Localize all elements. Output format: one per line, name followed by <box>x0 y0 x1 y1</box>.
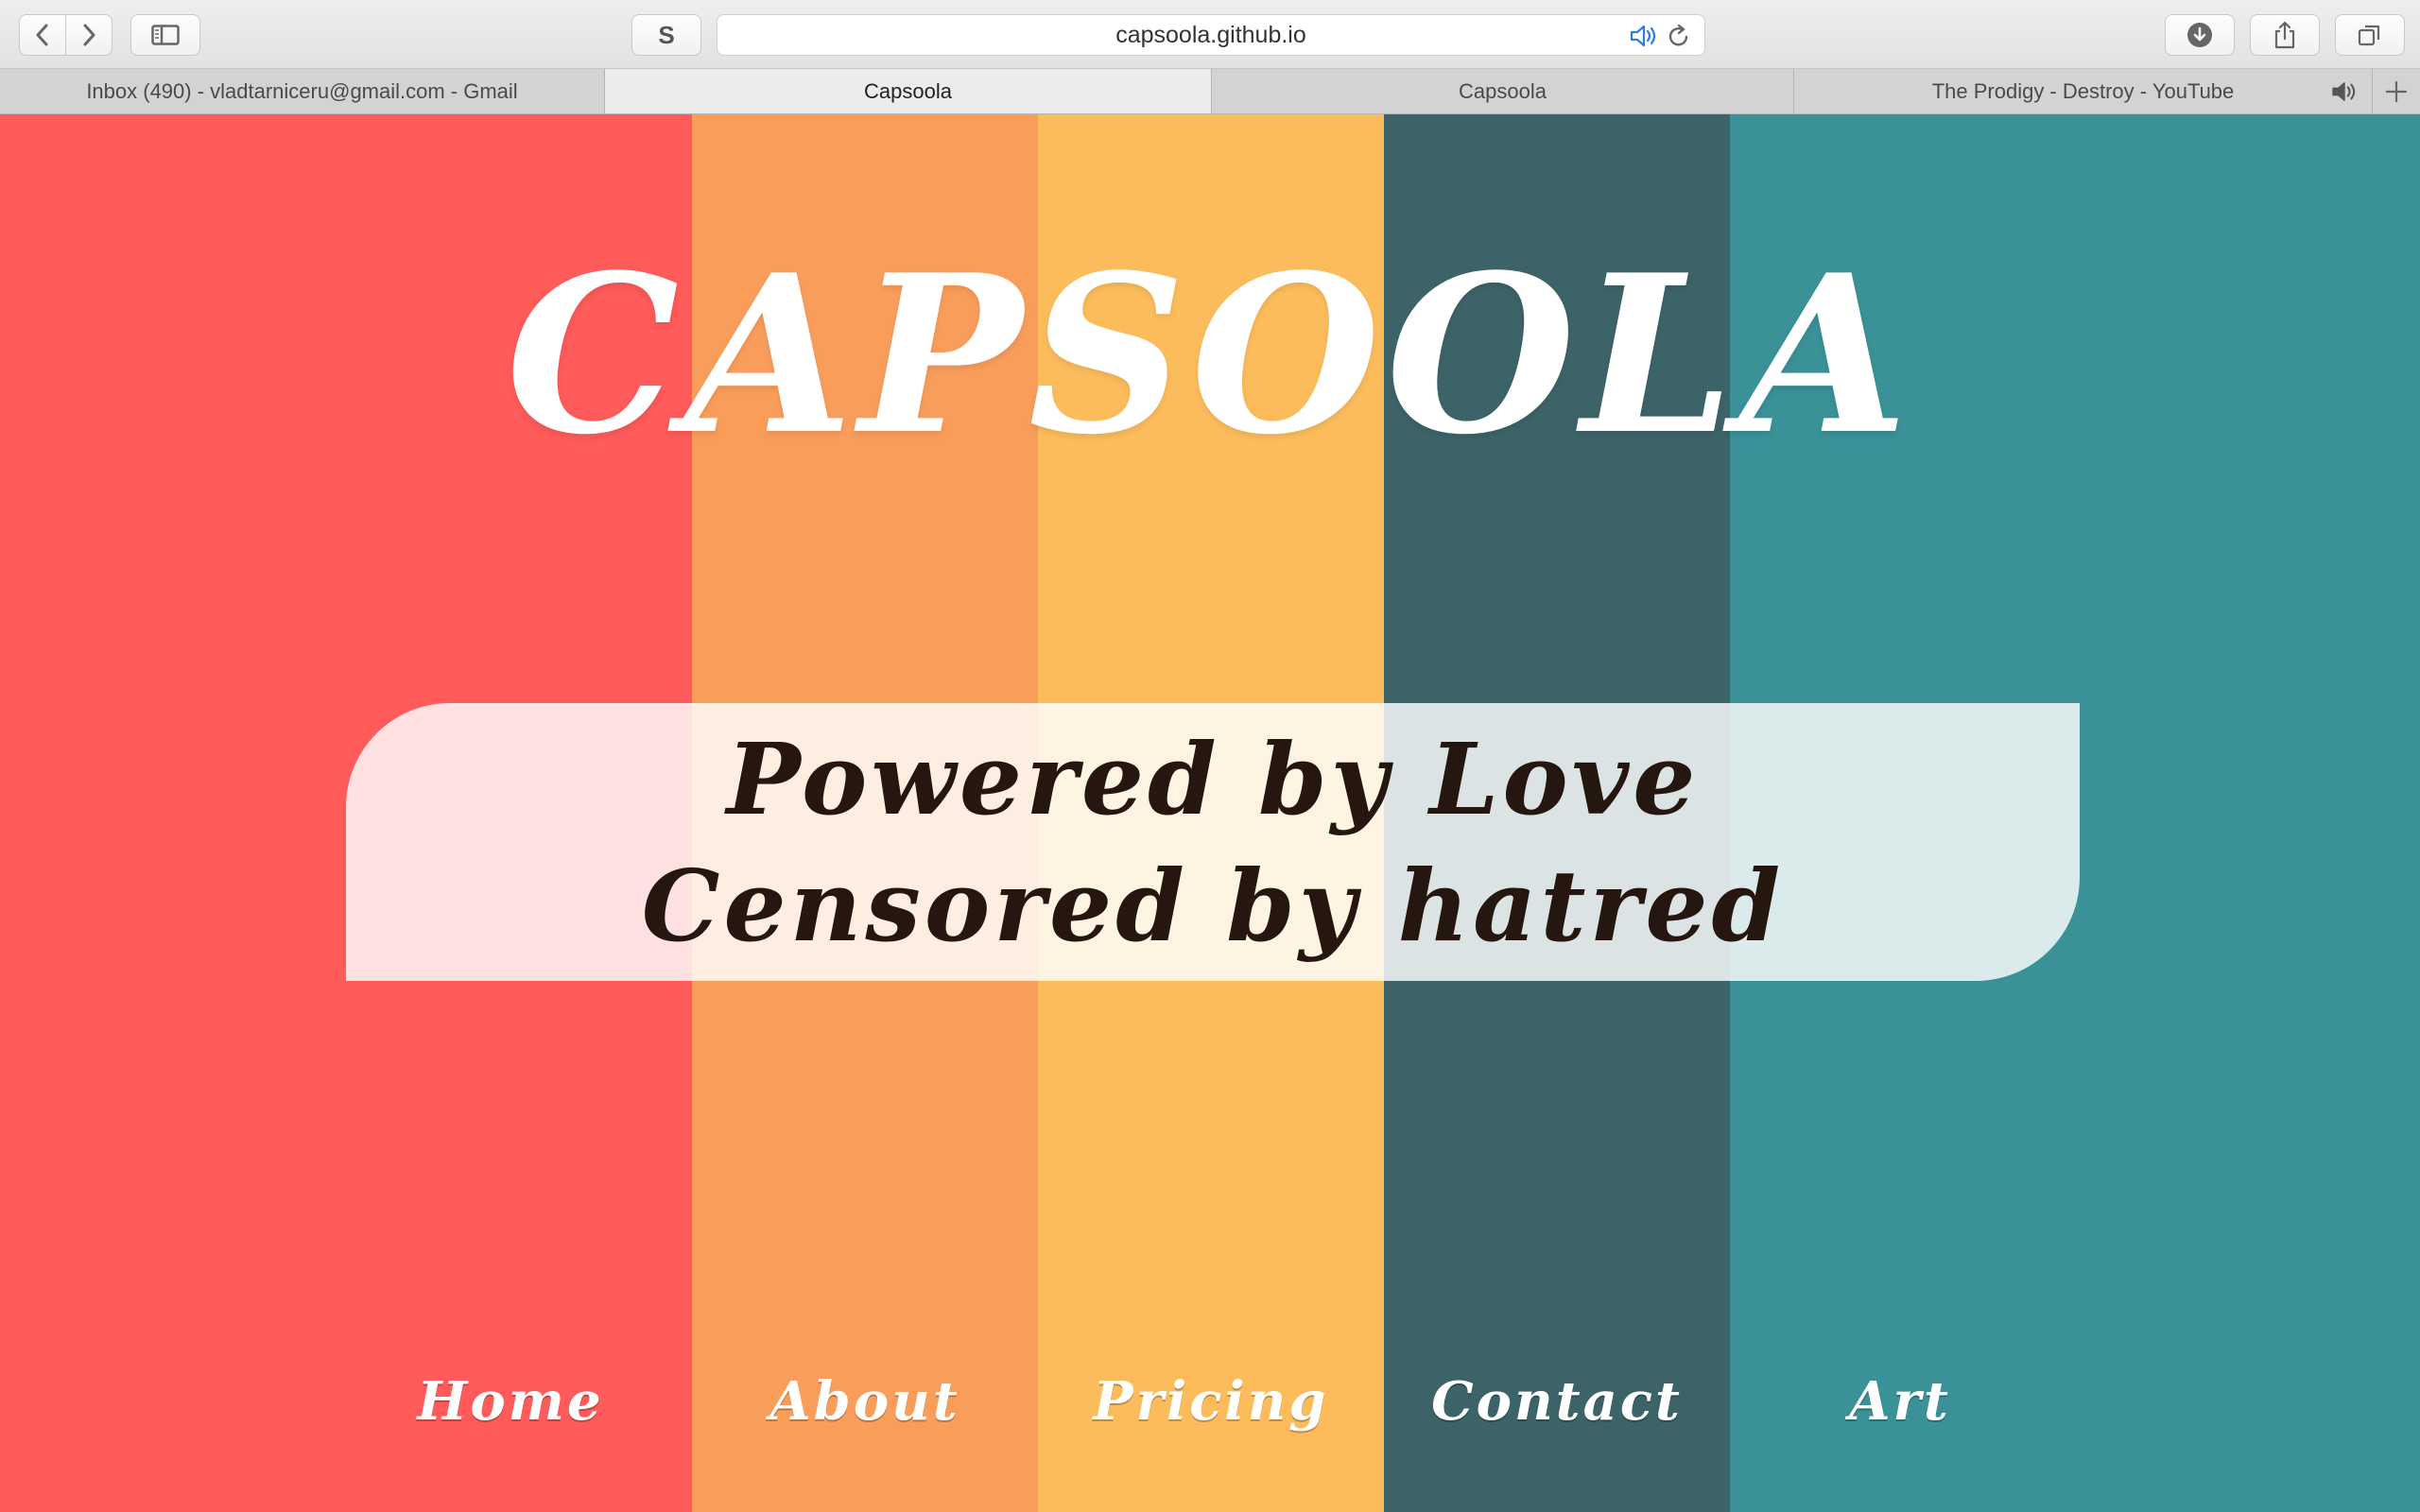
share-button[interactable] <box>2250 14 2320 56</box>
tab-bar: Inbox (490) - vladtarniceru@gmail.com - … <box>0 69 2420 114</box>
browser-toolbar: S capsoola.github.io <box>0 0 2420 69</box>
nav-link-home[interactable]: Home <box>340 1364 681 1439</box>
tab-gmail[interactable]: Inbox (490) - vladtarniceru@gmail.com - … <box>0 69 605 113</box>
site-logo-title: CAPSOOLA <box>506 228 1914 483</box>
reload-icon[interactable] <box>1667 23 1691 49</box>
tab-capsoola[interactable]: Capsoola <box>1212 69 1794 113</box>
nav-link-contact[interactable]: Contact <box>1384 1364 1730 1439</box>
reader-button[interactable]: S <box>631 14 701 56</box>
sidebar-toggle-button[interactable] <box>130 14 200 56</box>
speaker-icon[interactable] <box>1629 24 1659 48</box>
tagline-panel: Powered by Love Censored by hatred <box>346 703 2080 981</box>
new-tab-button[interactable] <box>2373 69 2420 113</box>
nav-link-about[interactable]: About <box>692 1364 1038 1439</box>
speaker-icon[interactable] <box>2330 80 2359 103</box>
plus-icon <box>2385 80 2408 102</box>
tab-capsoola-active[interactable]: Capsoola <box>605 69 1212 113</box>
page-content: CAPSOOLA Powered by Love Censored by hat… <box>0 114 2420 1512</box>
share-icon <box>2274 21 2295 49</box>
nav-link-pricing[interactable]: Pricing <box>1038 1364 1384 1439</box>
tab-overview-button[interactable] <box>2335 14 2405 56</box>
download-icon <box>2187 23 2212 47</box>
chevron-left-icon <box>36 24 48 46</box>
sidebar-icon <box>151 25 180 45</box>
tagline-line-2: Censored by hatred <box>641 848 1785 964</box>
forward-button[interactable] <box>65 14 112 56</box>
tab-youtube[interactable]: The Prodigy - Destroy - YouTube <box>1794 69 2373 113</box>
tab-overview-icon <box>2358 25 2380 46</box>
downloads-button[interactable] <box>2165 14 2235 56</box>
url-text[interactable]: capsoola.github.io <box>717 15 1704 55</box>
nav-link-art[interactable]: Art <box>1730 1364 2070 1439</box>
back-button[interactable] <box>19 14 66 56</box>
tab-youtube-label: The Prodigy - Destroy - YouTube <box>1931 79 2235 103</box>
address-bar[interactable]: capsoola.github.io <box>717 14 1705 56</box>
tagline-line-1: Powered by Love <box>726 721 1700 837</box>
chevron-right-icon <box>83 24 95 46</box>
